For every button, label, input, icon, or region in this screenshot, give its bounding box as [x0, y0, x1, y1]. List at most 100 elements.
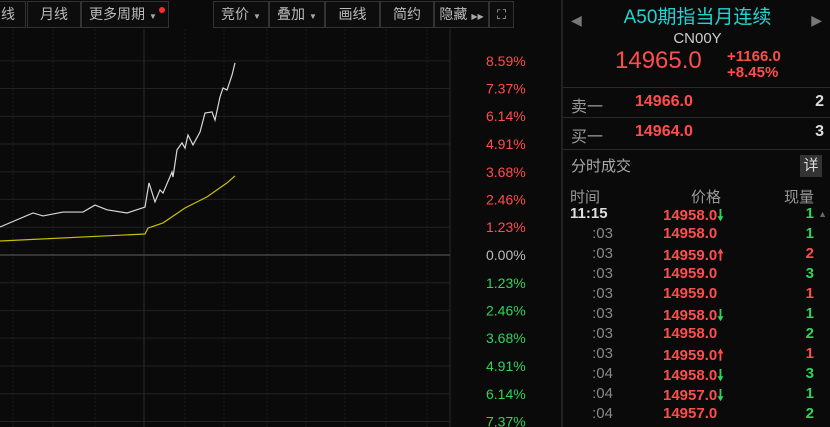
- tick-row: :03 14959.0 1: [563, 285, 830, 305]
- tick-time: :03: [592, 325, 613, 342]
- tick-volume: 2: [805, 325, 814, 342]
- tick-time: :04: [592, 405, 613, 422]
- tick-time: :03: [592, 345, 613, 362]
- bid-price: 14964.0: [635, 123, 693, 140]
- y-tick-label: 4.91%: [486, 136, 526, 152]
- bid-label: 买一: [571, 129, 604, 146]
- expand-icon: ⛶: [496, 7, 507, 22]
- tab-week-line[interactable]: 线: [0, 1, 26, 28]
- header-time: 时间: [570, 189, 601, 206]
- instrument-title: A50期指当月连续: [623, 7, 772, 28]
- tick-row: 11:15 14958.0🠗 1: [563, 205, 830, 225]
- btn-label: 画线: [338, 6, 367, 22]
- tick-time: :04: [592, 365, 613, 382]
- tick-price-value: 14958.0: [663, 367, 718, 384]
- notification-dot: [159, 7, 165, 13]
- average-line: [0, 175, 236, 242]
- tab-label: 更多周期: [89, 6, 145, 22]
- ask-price: 14966.0: [635, 93, 693, 110]
- tick-price-value: 14958.0: [663, 207, 718, 224]
- tick-time: :03: [592, 305, 613, 322]
- arrow-down-icon: 🠗: [717, 307, 724, 324]
- chart-toolbar: 线 月线 更多周期 ▼ 竞价 ▼ 叠加 ▼ 画线 简约 隐藏 ▶▶ ⛶: [0, 0, 560, 29]
- y-tick-label: 6.14%: [486, 386, 526, 402]
- tick-price: 14958.0: [663, 225, 717, 242]
- y-tick-label: 6.14%: [486, 108, 526, 124]
- y-tick-label: 2.46%: [486, 303, 526, 319]
- tick-time: :03: [592, 225, 613, 242]
- header-volume: 现量: [783, 189, 814, 206]
- tick-row: :03 14958.0 1: [563, 225, 830, 245]
- tick-price: 14958.0: [663, 325, 717, 342]
- tick-volume: 1: [805, 205, 814, 222]
- tick-volume: 2: [805, 405, 814, 422]
- header-price: 价格: [691, 189, 722, 206]
- tick-time: 11:15: [570, 205, 608, 222]
- scroll-up-icon[interactable]: ▲: [818, 209, 827, 219]
- tick-volume: 1: [805, 225, 814, 242]
- y-tick-label: 2.46%: [486, 191, 526, 207]
- tick-volume: 1: [805, 305, 814, 322]
- tick-price-value: 14957.0: [663, 387, 718, 404]
- tick-row: :03 14959.0🠕 2: [563, 245, 830, 265]
- btn-label: 简约: [393, 6, 421, 22]
- divider: [563, 149, 830, 150]
- tick-price-value: 14958.0: [663, 325, 718, 342]
- tab-label: 月线: [40, 6, 68, 22]
- draw-line-button[interactable]: 画线: [325, 1, 380, 28]
- tick-time: :04: [592, 385, 613, 402]
- arrow-up-icon: 🠕: [717, 247, 724, 264]
- fullscreen-button[interactable]: ⛶: [489, 1, 514, 28]
- tick-price-value: 14959.0: [663, 265, 718, 282]
- tick-price: 14959.0: [663, 265, 717, 282]
- y-tick-label: 1.23%: [486, 219, 526, 235]
- detail-button[interactable]: 详: [800, 155, 822, 177]
- price-change: +1166.0: [727, 48, 781, 65]
- tick-price-value: 14957.0: [663, 405, 718, 422]
- arrow-down-icon: 🠗: [717, 207, 724, 224]
- bid-volume: 3: [815, 123, 824, 140]
- tick-row: :03 14958.0 2: [563, 325, 830, 345]
- btn-label: 叠加: [277, 6, 306, 22]
- tick-row: :04 14958.0🠗 3: [563, 365, 830, 385]
- arrow-up-icon: 🠕: [717, 347, 724, 364]
- auction-button[interactable]: 竞价 ▼: [213, 1, 269, 28]
- y-tick-label: 4.91%: [486, 358, 526, 374]
- simple-mode-button[interactable]: 简约: [380, 1, 434, 28]
- more-periods-button[interactable]: 更多周期 ▼: [81, 1, 169, 28]
- last-price: 14965.0: [615, 47, 702, 74]
- bid-1-row: 买一 14964.0 3: [563, 118, 830, 147]
- tab-month-line[interactable]: 月线: [27, 1, 81, 28]
- instrument-code: CN00Y: [673, 30, 722, 47]
- quote-panel: ◀ A50期指当月连续 ▶ CN00Y 14965.0 +1166.0 +8.4…: [561, 0, 830, 427]
- tick-price-value: 14958.0: [663, 307, 718, 324]
- tab-label: 线: [1, 6, 15, 22]
- tick-price-value: 14958.0: [663, 225, 718, 242]
- tick-section-title: 分时成交: [571, 158, 632, 175]
- tick-volume: 1: [805, 285, 814, 302]
- btn-label: 竞价: [221, 6, 250, 22]
- tick-volume: 2: [805, 245, 814, 262]
- caret-down-icon: ▼: [309, 12, 317, 21]
- caret-down-icon: ▼: [149, 12, 157, 21]
- arrow-down-icon: 🠗: [717, 367, 724, 384]
- tick-price-value: 14959.0: [663, 285, 718, 302]
- intraday-chart: 8.59% 7.37% 6.14% 4.91% 3.68% 2.46% 1.23% 0.00%…: [0, 29, 526, 427]
- tick-row: :04 14957.0 2: [563, 405, 830, 425]
- price-line: [0, 62, 236, 228]
- tick-row: :04 14957.0🠗 1: [563, 385, 830, 405]
- tick-volume: 1: [805, 385, 814, 402]
- y-tick-label: 8.59%: [486, 53, 526, 69]
- hide-button[interactable]: 隐藏 ▶▶: [434, 1, 489, 28]
- tick-price-value: 14959.0: [663, 347, 718, 364]
- ask-1-row: 卖一 14966.0 2: [563, 88, 830, 117]
- overlay-button[interactable]: 叠加 ▼: [269, 1, 325, 28]
- tick-row: :03 14959.0 3: [563, 265, 830, 285]
- tick-time: :03: [592, 285, 613, 302]
- btn-label: 隐藏: [439, 6, 468, 22]
- next-arrow-icon[interactable]: ▶: [811, 12, 822, 29]
- caret-down-icon: ▼: [253, 12, 261, 21]
- tick-row: :03 14959.0🠕 1: [563, 345, 830, 365]
- tick-volume: 3: [805, 265, 814, 282]
- tick-time: :03: [592, 245, 613, 262]
